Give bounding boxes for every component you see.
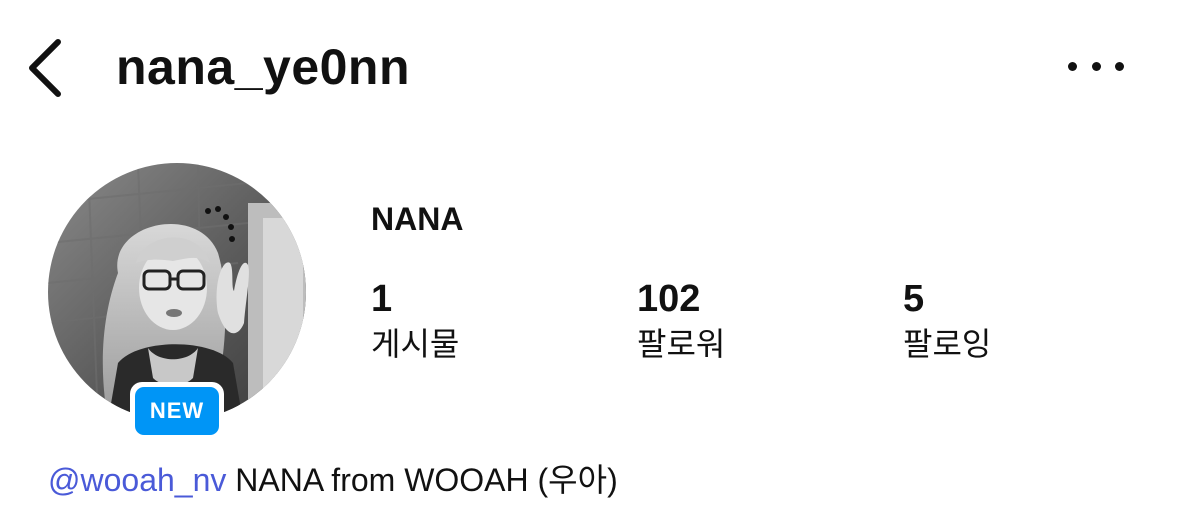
followers-count-label: 팔로워 [637, 325, 726, 363]
followers-count-value: 102 [637, 278, 701, 320]
more-horizontal-icon [1068, 61, 1077, 71]
more-dot [1091, 61, 1101, 71]
new-story-badge: NEW [130, 382, 224, 440]
back-button[interactable] [22, 36, 70, 100]
bio-text: NANA from WOOAH ( [226, 462, 549, 498]
more-options-button[interactable] [1068, 52, 1124, 80]
profile-username: nana_ye0nn [116, 39, 411, 95]
profile-bio: @wooah_nv NANA from WOOAH (우아) [48, 458, 618, 502]
posts-count-label: 게시물 [371, 325, 460, 363]
posts-count[interactable]: 1 게시물 [371, 278, 459, 364]
bio-mention-link[interactable]: @wooah_nv [48, 462, 226, 498]
following-count[interactable]: 5 팔로잉 [903, 278, 991, 364]
posts-count-value: 1 [371, 278, 393, 320]
display-name: NANA [371, 201, 464, 237]
following-count-value: 5 [903, 278, 925, 320]
followers-count[interactable]: 102 팔로워 [637, 278, 725, 364]
following-count-label: 팔로잉 [903, 325, 992, 363]
chevron-left-icon [29, 39, 61, 97]
bio-text-korean: 우아 [548, 461, 608, 499]
more-dot [1115, 61, 1124, 71]
bio-text-end: ) [607, 462, 618, 498]
new-badge-label: NEW [135, 387, 219, 435]
